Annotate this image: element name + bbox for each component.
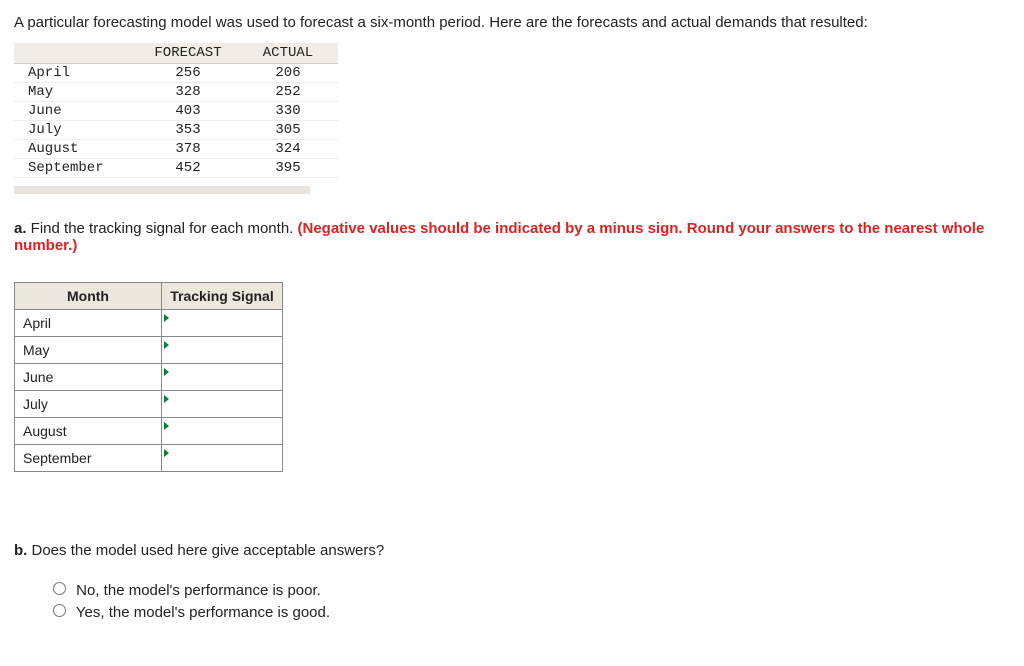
input-marker-icon [164, 314, 169, 322]
radio-option-no[interactable]: No, the model's performance is poor. [48, 579, 1010, 599]
problem-intro: A particular forecasting model was used … [14, 14, 1010, 31]
table-row: September 452 395 [14, 159, 338, 178]
cell-month: September [14, 159, 138, 178]
ts-month: May [15, 337, 162, 364]
col-blank [14, 43, 138, 64]
table-row: August [15, 418, 283, 445]
input-marker-icon [164, 341, 169, 349]
tracking-signal-table: Month Tracking Signal April May June Jul… [14, 282, 283, 472]
part-a: a. Find the tracking signal for each mon… [14, 220, 1010, 472]
cell-forecast: 328 [138, 83, 238, 102]
part-a-text: Find the tracking signal for each month. [27, 220, 298, 237]
table-row: June 403 330 [14, 102, 338, 121]
cell-month: May [14, 83, 138, 102]
ts-month: June [15, 364, 162, 391]
cell-actual: 252 [238, 83, 338, 102]
ts-input-cell[interactable] [162, 445, 283, 472]
ts-input-cell[interactable] [162, 391, 283, 418]
ts-input-cell[interactable] [162, 310, 283, 337]
table-row: April [15, 310, 283, 337]
table-row: July 353 305 [14, 121, 338, 140]
radio-no[interactable] [53, 582, 66, 595]
ts-input-august[interactable] [162, 420, 282, 442]
radio-option-yes[interactable]: Yes, the model's performance is good. [48, 601, 1010, 621]
table-row: August 378 324 [14, 140, 338, 159]
ts-input-july[interactable] [162, 393, 282, 415]
input-marker-icon [164, 368, 169, 376]
ts-input-cell[interactable] [162, 364, 283, 391]
table-row: May 328 252 [14, 83, 338, 102]
ts-month: August [15, 418, 162, 445]
input-marker-icon [164, 422, 169, 430]
th-month: Month [15, 283, 162, 310]
cell-forecast: 353 [138, 121, 238, 140]
ts-input-september[interactable] [162, 447, 282, 469]
cell-month: August [14, 140, 138, 159]
table-row: June [15, 364, 283, 391]
ts-month: April [15, 310, 162, 337]
scroll-bar-bg [14, 186, 310, 194]
ts-input-may[interactable] [162, 339, 282, 361]
table-row: April 256 206 [14, 64, 338, 83]
table-row: July [15, 391, 283, 418]
radio-yes-label: Yes, the model's performance is good. [76, 604, 330, 621]
input-marker-icon [164, 395, 169, 403]
cell-actual: 324 [238, 140, 338, 159]
cell-actual: 206 [238, 64, 338, 83]
ts-input-june[interactable] [162, 366, 282, 388]
col-forecast: FORECAST [138, 43, 238, 64]
th-tracking-signal: Tracking Signal [162, 283, 283, 310]
ts-input-april[interactable] [162, 312, 282, 334]
input-marker-icon [164, 449, 169, 457]
table-row: May [15, 337, 283, 364]
cell-month: April [14, 64, 138, 83]
cell-actual: 330 [238, 102, 338, 121]
ts-input-cell[interactable] [162, 418, 283, 445]
cell-forecast: 452 [138, 159, 238, 178]
cell-forecast: 403 [138, 102, 238, 121]
part-a-label: a. [14, 220, 27, 237]
forecast-actual-table: FORECAST ACTUAL April 256 206 May 328 25… [14, 43, 338, 178]
cell-month: July [14, 121, 138, 140]
col-actual: ACTUAL [238, 43, 338, 64]
cell-actual: 305 [238, 121, 338, 140]
ts-month: September [15, 445, 162, 472]
part-b-text: Does the model used here give acceptable… [27, 542, 384, 559]
cell-actual: 395 [238, 159, 338, 178]
cell-forecast: 378 [138, 140, 238, 159]
part-b: b. Does the model used here give accepta… [14, 542, 1010, 621]
part-b-label: b. [14, 542, 27, 559]
cell-forecast: 256 [138, 64, 238, 83]
cell-month: June [14, 102, 138, 121]
radio-no-label: No, the model's performance is poor. [76, 582, 321, 599]
ts-month: July [15, 391, 162, 418]
table-row: September [15, 445, 283, 472]
ts-input-cell[interactable] [162, 337, 283, 364]
radio-yes[interactable] [53, 604, 66, 617]
